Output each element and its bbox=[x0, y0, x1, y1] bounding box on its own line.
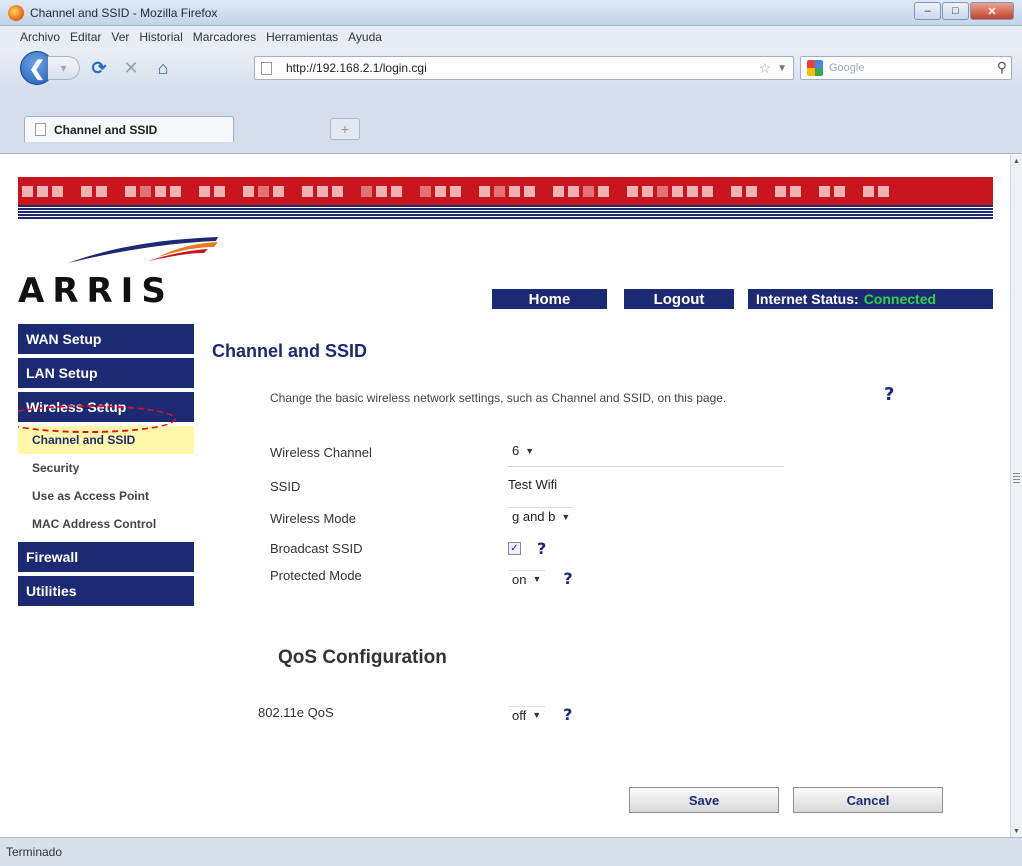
tab-page-icon bbox=[35, 123, 46, 136]
url-dropdown-icon[interactable]: ▼ bbox=[777, 63, 787, 74]
menubar: Archivo Editar Ver Historial Marcadores … bbox=[0, 26, 1022, 48]
protected-mode-select[interactable]: on ▼ bbox=[508, 569, 546, 588]
menu-ver[interactable]: Ver bbox=[111, 30, 129, 44]
wireless-channel-select[interactable]: 6 ▼ bbox=[508, 442, 538, 459]
menu-marcadores[interactable]: Marcadores bbox=[193, 30, 256, 44]
cancel-button[interactable]: Cancel bbox=[793, 787, 943, 813]
intro-text: Change the basic wireless network settin… bbox=[270, 391, 727, 405]
header-banner-blue bbox=[18, 205, 993, 219]
sidebar-item-lan-setup[interactable]: LAN Setup bbox=[18, 358, 194, 388]
navigation-toolbar: ❮ ▾ ⟳ ✕ ⌂ http://192.168.2.1/login.cgi ☆… bbox=[0, 48, 1022, 88]
help-icon[interactable]: ? bbox=[884, 384, 894, 405]
status-text: Terminado bbox=[6, 845, 63, 859]
menu-ayuda[interactable]: Ayuda bbox=[348, 30, 382, 44]
sidebar-item-wan-setup[interactable]: WAN Setup bbox=[18, 324, 194, 354]
window-title: Channel and SSID - Mozilla Firefox bbox=[30, 5, 218, 20]
sidebar-item-access-point[interactable]: Use as Access Point bbox=[18, 482, 194, 510]
sidebar-item-wireless-setup[interactable]: Wireless Setup bbox=[18, 392, 194, 422]
home-icon[interactable]: ⌂ bbox=[150, 55, 176, 81]
menu-historial[interactable]: Historial bbox=[139, 30, 182, 44]
wireless-channel-label: Wireless Channel bbox=[270, 445, 372, 460]
search-bar[interactable]: Google ⚲ bbox=[800, 56, 1012, 80]
help-icon[interactable]: ? bbox=[537, 539, 546, 558]
status-bar: Terminado bbox=[0, 837, 1022, 866]
minimize-button[interactable]: – bbox=[914, 2, 941, 20]
menu-herramientas[interactable]: Herramientas bbox=[266, 30, 338, 44]
search-placeholder: Google bbox=[829, 62, 865, 74]
search-icon[interactable]: ⚲ bbox=[997, 59, 1007, 76]
forward-button[interactable]: ▾ bbox=[48, 56, 80, 80]
url-text: http://192.168.2.1/login.cgi bbox=[286, 61, 427, 75]
tab-strip: Channel and SSID + bbox=[0, 88, 1022, 154]
ssid-input[interactable]: Test Wifi bbox=[508, 477, 557, 492]
chevron-down-icon: ▼ bbox=[532, 710, 542, 720]
close-button[interactable]: ✕ bbox=[970, 2, 1014, 20]
window-titlebar: Channel and SSID - Mozilla Firefox – □ ✕ bbox=[0, 0, 1022, 26]
sidebar-item-channel-and-ssid[interactable]: Channel and SSID bbox=[18, 426, 194, 454]
help-icon[interactable]: ? bbox=[563, 569, 572, 588]
google-icon bbox=[807, 60, 823, 76]
scroll-up-icon[interactable]: ▲ bbox=[1011, 155, 1022, 167]
wireless-mode-select[interactable]: g and b ▼ bbox=[508, 507, 575, 525]
qos-select[interactable]: off ▼ bbox=[508, 705, 546, 724]
sidebar-item-mac-address-control[interactable]: MAC Address Control bbox=[18, 510, 194, 538]
logout-link[interactable]: Logout bbox=[624, 289, 734, 309]
home-link[interactable]: Home bbox=[492, 289, 607, 309]
broadcast-ssid-checkbox[interactable]: ✓ bbox=[508, 542, 521, 555]
header-banner-red bbox=[18, 177, 993, 205]
brand-text: ARRIS bbox=[18, 271, 174, 311]
sidebar-item-firewall[interactable]: Firewall bbox=[18, 542, 194, 572]
vertical-scrollbar[interactable]: ▲ ▼ bbox=[1010, 155, 1022, 837]
qos-row: off ▼ ? bbox=[508, 705, 572, 724]
divider bbox=[508, 466, 784, 467]
page-icon bbox=[261, 61, 272, 75]
arris-logo: ARRIS bbox=[18, 235, 218, 311]
sidebar-item-security[interactable]: Security bbox=[18, 454, 194, 482]
firefox-icon bbox=[8, 4, 24, 21]
internet-status-label: Internet Status: bbox=[756, 291, 859, 307]
menu-archivo[interactable]: Archivo bbox=[20, 30, 60, 44]
stop-icon[interactable]: ✕ bbox=[118, 55, 144, 81]
scroll-grip[interactable] bbox=[1013, 473, 1020, 485]
broadcast-ssid-label: Broadcast SSID bbox=[270, 541, 363, 556]
maximize-button[interactable]: □ bbox=[942, 2, 969, 20]
internet-status: Internet Status: Connected bbox=[748, 289, 993, 309]
chevron-down-icon: ▼ bbox=[561, 511, 571, 522]
protected-mode-row: on ▼ ? bbox=[508, 569, 573, 588]
page-title: Channel and SSID bbox=[212, 341, 368, 361]
tab-channel-and-ssid[interactable]: Channel and SSID bbox=[24, 116, 234, 142]
internet-status-value: Connected bbox=[863, 291, 937, 307]
bookmark-star-icon[interactable]: ☆ bbox=[758, 60, 771, 77]
window-controls: – □ ✕ bbox=[913, 2, 1014, 20]
help-icon[interactable]: ? bbox=[563, 705, 572, 724]
arris-swoosh-icon bbox=[68, 237, 218, 263]
qos-section-title: QoS Configuration bbox=[278, 647, 447, 668]
tab-label: Channel and SSID bbox=[54, 122, 158, 137]
reload-icon[interactable]: ⟳ bbox=[86, 55, 112, 81]
wireless-mode-label: Wireless Mode bbox=[270, 511, 356, 526]
url-bar[interactable]: http://192.168.2.1/login.cgi ☆ ▼ bbox=[254, 56, 794, 80]
ssid-label: SSID bbox=[270, 479, 301, 494]
protected-mode-label: Protected Mode bbox=[270, 568, 362, 583]
sidebar: WAN Setup LAN Setup Wireless Setup Chann… bbox=[18, 324, 194, 610]
broadcast-ssid-row: ✓ ? bbox=[508, 539, 546, 558]
save-button[interactable]: Save bbox=[629, 787, 779, 813]
scroll-down-icon[interactable]: ▼ bbox=[1011, 825, 1022, 837]
sidebar-item-utilities[interactable]: Utilities bbox=[18, 576, 194, 606]
chevron-down-icon: ▼ bbox=[532, 574, 542, 584]
qos-label: 802.11e QoS bbox=[258, 705, 334, 720]
new-tab-button[interactable]: + bbox=[330, 118, 360, 140]
menu-editar[interactable]: Editar bbox=[70, 30, 101, 44]
page-content: ARRIS Home Logout Internet Status: Conne… bbox=[18, 155, 1008, 837]
chevron-down-icon: ▼ bbox=[525, 445, 535, 456]
